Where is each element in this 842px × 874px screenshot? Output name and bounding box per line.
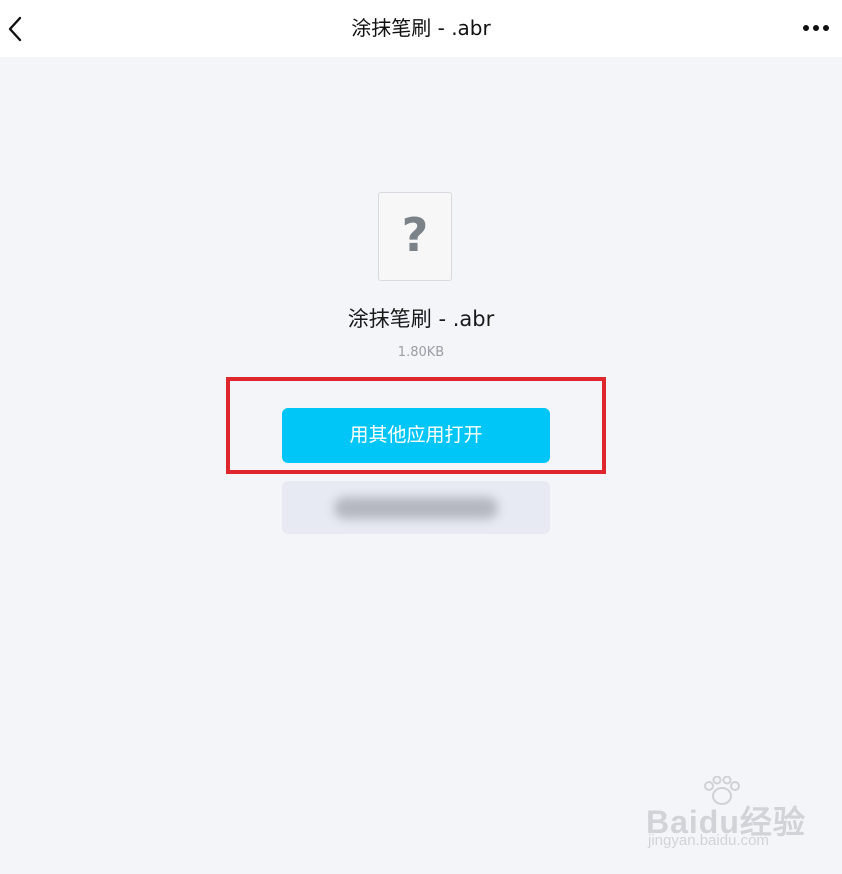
- baidu-jingyan-watermark: Baidu经验 jingyan.baidu.com: [646, 776, 816, 854]
- unknown-file-icon: ?: [378, 192, 452, 281]
- page-title: 涂抹笔刷 - .abr: [351, 16, 491, 40]
- question-mark-glyph: ?: [401, 208, 429, 262]
- watermark-url: jingyan.baidu.com: [648, 832, 769, 849]
- blurred-button-label: [334, 497, 498, 519]
- secondary-action-button[interactable]: [282, 481, 550, 534]
- paw-logo-icon: [704, 776, 740, 805]
- nav-bar: 涂抹笔刷 - .abr: [0, 0, 842, 57]
- file-name: 涂抹笔刷 - .abr: [347, 307, 495, 331]
- file-size: 1.80KB: [397, 345, 445, 360]
- ellipsis-icon[interactable]: [802, 18, 830, 38]
- open-with-other-app-button[interactable]: 用其他应用打开: [282, 408, 550, 463]
- page: 涂抹笔刷 - .abr ? 涂抹笔刷 - .abr 1.80KB 用其他应用打开…: [0, 0, 842, 874]
